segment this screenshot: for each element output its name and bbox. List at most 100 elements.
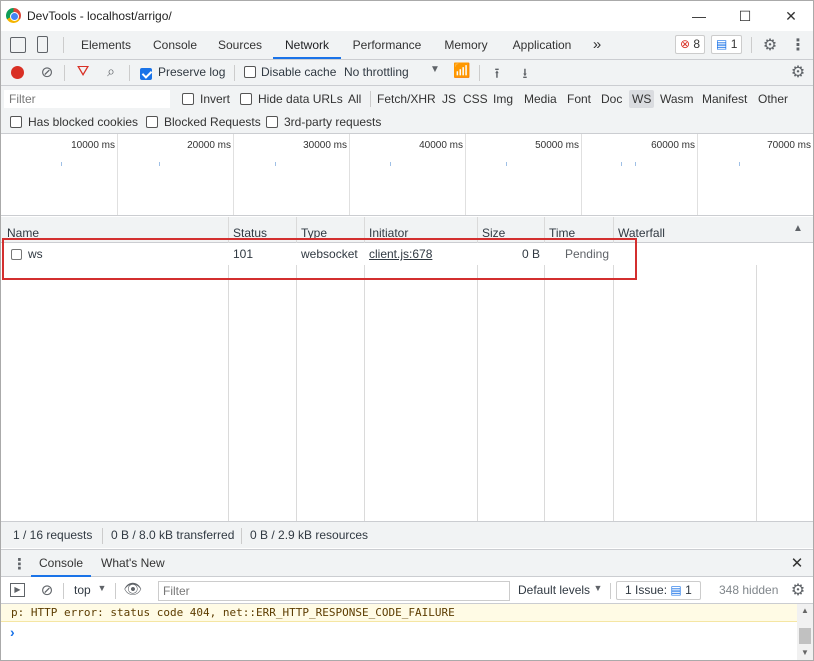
throttling-select[interactable]: No throttling — [344, 65, 409, 79]
clear-icon[interactable]: ⊘ — [39, 63, 55, 81]
console-settings-icon[interactable]: ⚙ — [789, 580, 807, 600]
blocked-requests-label: Blocked Requests — [164, 115, 261, 129]
tab-sources[interactable]: Sources — [211, 31, 269, 59]
issues-count: 1 — [685, 583, 692, 597]
hide-data-urls-checkbox[interactable] — [240, 93, 252, 105]
error-icon: ⊗ — [680, 37, 691, 51]
console-prompt[interactable]: › — [10, 624, 15, 640]
chevron-down-icon[interactable]: ▼ — [429, 64, 441, 75]
chevron-down-icon[interactable]: ▼ — [97, 583, 107, 593]
settings-gear-icon[interactable]: ⚙ — [761, 35, 779, 55]
console-filter-input[interactable]: Filter — [158, 581, 510, 601]
close-drawer-icon[interactable]: ✕ — [789, 554, 805, 572]
clear-console-icon[interactable]: ⊘ — [39, 581, 55, 599]
network-conditions-icon[interactable]: 📶 — [453, 62, 471, 79]
tick-label: 40000 ms — [419, 140, 463, 151]
filter-type-fetch-xhr[interactable]: Fetch/XHR — [374, 90, 439, 108]
more-options-icon[interactable]: ⋮ — [790, 35, 806, 55]
chevron-down-icon[interactable]: ▼ — [593, 583, 603, 593]
tab-application[interactable]: Application — [503, 31, 581, 59]
filter-type-img[interactable]: Img — [490, 90, 516, 108]
tick-label: 50000 ms — [535, 140, 579, 151]
scroll-down-icon[interactable]: ▼ — [801, 648, 809, 657]
title-bar: DevTools - localhost/arrigo/ — ☐ ✕ — [1, 1, 813, 31]
eye-icon[interactable]: 👁 — [123, 580, 143, 598]
error-count: 8 — [693, 37, 701, 51]
log-levels-select[interactable]: Default levels — [518, 583, 590, 597]
gridline — [233, 134, 234, 215]
tab-elements[interactable]: Elements — [73, 31, 139, 59]
filter-type-ws[interactable]: WS — [629, 90, 655, 108]
sort-ascending-icon[interactable]: ▲ — [793, 223, 803, 234]
separator — [234, 65, 235, 81]
tick-label: 10000 ms — [71, 140, 115, 151]
network-toolbar: ⊘ ⛛ ⌕ Preserve log Disable cache No thro… — [1, 60, 813, 86]
console-scrollbar[interactable]: ▲ ▼ — [797, 604, 813, 660]
filter-type-css[interactable]: CSS — [460, 90, 491, 108]
activity-mark — [390, 162, 391, 166]
filter-input[interactable]: Filter — [4, 90, 170, 108]
device-toolbar-icon[interactable] — [37, 36, 48, 53]
filter-type-media[interactable]: Media — [521, 90, 560, 108]
filter-type-all[interactable]: All — [345, 90, 364, 108]
chrome-logo-icon — [6, 8, 21, 23]
maximize-button[interactable]: ☐ — [735, 7, 755, 25]
filter-type-font[interactable]: Font — [564, 90, 594, 108]
inspect-element-icon[interactable] — [10, 37, 26, 53]
tab-network[interactable]: Network — [273, 31, 341, 59]
filter-type-other[interactable]: Other — [755, 90, 791, 108]
invert-checkbox[interactable] — [182, 93, 194, 105]
drawer-menu-icon[interactable]: ⋮ — [12, 555, 27, 573]
third-party-checkbox[interactable] — [266, 116, 278, 128]
filter-type-js[interactable]: JS — [439, 90, 459, 108]
scrollbar-thumb[interactable] — [799, 628, 811, 644]
scroll-up-icon[interactable]: ▲ — [801, 606, 809, 615]
gridline — [349, 134, 350, 215]
message-icon: ▤ — [670, 583, 682, 597]
filter-type-manifest[interactable]: Manifest — [699, 90, 750, 108]
issues-button[interactable]: 1 Issue: ▤ 1 — [616, 581, 701, 600]
close-window-button[interactable]: ✕ — [781, 7, 801, 25]
activity-mark — [159, 162, 160, 166]
tab-console[interactable]: Console — [143, 31, 207, 59]
tick-label: 60000 ms — [651, 140, 695, 151]
drawer-tab-whats-new[interactable]: What's New — [101, 550, 165, 577]
import-har-icon[interactable]: ⭱ — [490, 63, 504, 87]
requests-count: 1 / 16 requests — [13, 528, 93, 542]
filter-type-wasm[interactable]: Wasm — [657, 90, 697, 108]
disable-cache-checkbox[interactable] — [244, 66, 256, 78]
search-icon[interactable]: ⌕ — [103, 63, 119, 80]
activity-mark — [739, 162, 740, 166]
activity-mark — [506, 162, 507, 166]
separator — [64, 65, 65, 81]
window-title: DevTools - localhost/arrigo/ — [27, 9, 172, 23]
timeline-overview[interactable]: 10000 ms 20000 ms 30000 ms 40000 ms 5000… — [1, 134, 813, 216]
tab-performance[interactable]: Performance — [345, 31, 429, 59]
has-blocked-cookies-checkbox[interactable] — [10, 116, 22, 128]
console-toolbar: ▶ ⊘ top ▼ 👁 Filter Default levels ▼ 1 Is… — [1, 578, 813, 604]
transferred-size: 0 B / 8.0 kB transferred — [111, 528, 235, 542]
tab-memory[interactable]: Memory — [433, 31, 499, 59]
tick-label: 70000 ms — [767, 140, 811, 151]
context-select[interactable]: top — [74, 583, 91, 597]
sidebar-toggle-icon[interactable]: ▶ — [10, 583, 25, 597]
drawer-tab-bar: ⋮ Console What's New ✕ — [1, 549, 813, 577]
devtools-window: DevTools - localhost/arrigo/ — ☐ ✕ Eleme… — [0, 0, 814, 661]
network-settings-icon[interactable]: ⚙ — [789, 62, 807, 82]
export-har-icon[interactable]: ⭳ — [518, 63, 532, 87]
highlight-box — [2, 238, 637, 280]
record-icon[interactable] — [11, 66, 24, 79]
separator — [479, 65, 480, 81]
filter-type-doc[interactable]: Doc — [598, 90, 625, 108]
console-output[interactable]: p: HTTP error: status code 404, net::ERR… — [1, 604, 797, 660]
minimize-button[interactable]: — — [689, 7, 709, 25]
blocked-requests-checkbox[interactable] — [146, 116, 158, 128]
filter-icon[interactable]: ⛛ — [75, 63, 91, 80]
console-error-message: p: HTTP error: status code 404, net::ERR… — [1, 604, 797, 622]
separator — [610, 583, 611, 599]
error-count-badge[interactable]: ⊗ 8 — [675, 35, 706, 54]
message-count-badge[interactable]: ▤ 1 — [711, 35, 743, 54]
more-tabs-button[interactable]: » — [587, 31, 607, 59]
preserve-log-checkbox[interactable] — [140, 67, 152, 80]
drawer-tab-console[interactable]: Console — [31, 550, 92, 577]
